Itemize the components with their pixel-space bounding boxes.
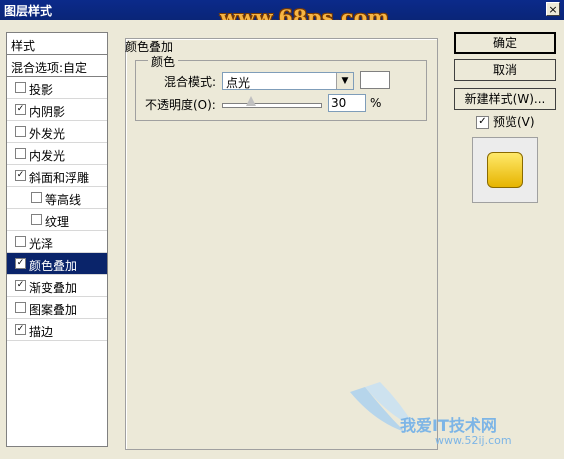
preview-label: 预览(V): [493, 115, 535, 129]
style-item-checkbox[interactable]: [15, 126, 26, 137]
color-swatch[interactable]: [360, 71, 390, 89]
style-item[interactable]: ✓ 内阴影: [7, 99, 107, 121]
style-item-checkbox[interactable]: ✓: [15, 258, 26, 269]
style-item[interactable]: 外发光: [7, 121, 107, 143]
logo-text: 我爱IT技术网: [400, 416, 497, 435]
style-list: 样式 混合选项:自定 投影 ✓ 内阴影 外发光 内发光 ✓ 斜面和浮雕 等高线 纹理 光泽 ✓ 颜色叠…: [6, 32, 108, 447]
blend-mode-label: 混合模式:: [164, 75, 217, 89]
opacity-slider-thumb[interactable]: [246, 96, 257, 106]
style-item-checkbox[interactable]: ✓: [15, 104, 26, 115]
style-item-label: 斜面和浮雕: [29, 171, 90, 185]
style-item-label: 颜色叠加: [29, 259, 78, 273]
style-item-checkbox[interactable]: ✓: [15, 324, 26, 335]
opacity-slider-track[interactable]: [222, 103, 322, 108]
new-style-button[interactable]: 新建样式(W)...: [454, 88, 556, 110]
style-item[interactable]: ✓ 斜面和浮雕: [7, 165, 107, 187]
style-preview: [472, 137, 538, 203]
blend-mode-select[interactable]: 点光 ▼: [222, 72, 354, 90]
blending-options-item[interactable]: 混合选项:自定: [7, 55, 107, 77]
style-item[interactable]: ✓ 渐变叠加: [7, 275, 107, 297]
opacity-input[interactable]: 30: [328, 94, 366, 112]
cancel-button[interactable]: 取消: [454, 59, 556, 81]
opacity-label: 不透明度(O):: [145, 98, 216, 112]
style-item-label: 投影: [29, 83, 54, 97]
ok-button[interactable]: 确定: [454, 32, 556, 54]
style-item-checkbox[interactable]: [15, 148, 26, 159]
style-item[interactable]: 图案叠加: [7, 297, 107, 319]
close-button[interactable]: ×: [546, 2, 560, 16]
window-title: 图层样式: [4, 4, 53, 18]
style-item-checkbox[interactable]: [15, 236, 26, 247]
style-item-label: 内阴影: [29, 105, 66, 119]
percent-unit: %: [370, 96, 382, 110]
style-item-label: 外发光: [29, 127, 66, 141]
style-item-label: 光泽: [29, 237, 54, 251]
blend-mode-value: 点光: [226, 76, 251, 90]
style-item-checkbox[interactable]: ✓: [15, 170, 26, 181]
style-item[interactable]: 纹理: [7, 209, 107, 231]
chevron-down-icon[interactable]: ▼: [336, 73, 353, 89]
site-logo: 我爱IT技术网 www.52ij.com: [345, 382, 545, 452]
style-item-checkbox[interactable]: [15, 82, 26, 93]
style-item-label: 描边: [29, 325, 54, 339]
preview-swatch-icon: [487, 152, 523, 188]
style-item[interactable]: 光泽: [7, 231, 107, 253]
preview-checkbox[interactable]: ✓: [476, 116, 489, 129]
style-item[interactable]: ✓ 颜色叠加: [7, 253, 107, 275]
style-item-checkbox[interactable]: ✓: [15, 280, 26, 291]
style-item-checkbox[interactable]: [31, 214, 42, 225]
style-item-label: 纹理: [45, 215, 70, 229]
style-item-label: 等高线: [45, 193, 82, 207]
style-item-checkbox[interactable]: [15, 302, 26, 313]
style-item-label: 图案叠加: [29, 303, 78, 317]
logo-url: www.52ij.com: [435, 434, 512, 447]
color-subgroup-title: 颜色: [148, 53, 179, 70]
style-item[interactable]: ✓ 描边: [7, 319, 107, 341]
style-item[interactable]: 投影: [7, 77, 107, 99]
styles-header[interactable]: 样式: [7, 33, 107, 55]
style-item[interactable]: 内发光: [7, 143, 107, 165]
style-item[interactable]: 等高线: [7, 187, 107, 209]
style-item-label: 内发光: [29, 149, 66, 163]
style-item-label: 渐变叠加: [29, 281, 78, 295]
style-item-checkbox[interactable]: [31, 192, 42, 203]
